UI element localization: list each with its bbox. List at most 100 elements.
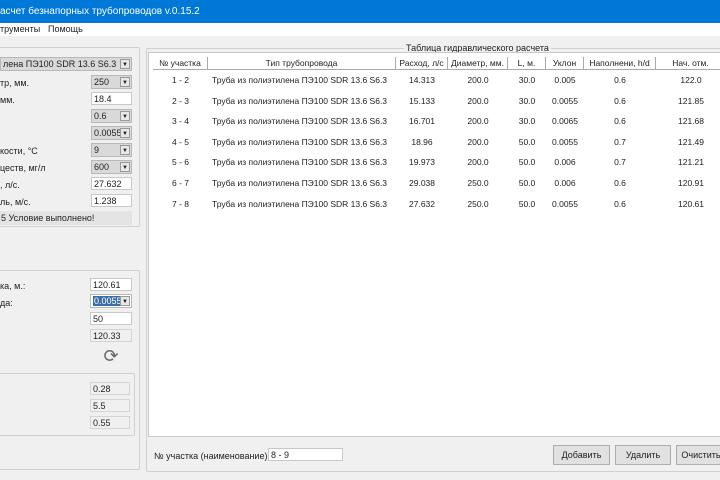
table-cell: Труба из полиэтилена ПЭ100 SDR 13.6 S6.3 <box>212 157 388 168</box>
table-cell: 15.133 <box>409 95 435 106</box>
slope2-label: да: <box>0 298 13 308</box>
chevron-down-icon: ▼ <box>120 128 130 138</box>
table-cell: 0.6 <box>614 116 626 127</box>
table-cell: 250.0 <box>467 198 489 209</box>
column-header[interactable]: Расход, л/с <box>396 57 448 70</box>
temp-value: 9 <box>94 145 100 155</box>
table-row[interactable]: 4 - 5 Труба из полиэтилена ПЭ100 SDR 13.6… <box>149 135 720 149</box>
table-cell: 0.0065 <box>552 116 578 127</box>
table-row[interactable]: 5 - 6 Труба из полиэтилена ПЭ100 SDR 13.6… <box>149 155 720 169</box>
start-input[interactable]: 120.61 <box>90 278 132 291</box>
table-cell: Труба из полиэтилена ПЭ100 SDR 13.6 S6.3 <box>212 95 388 106</box>
inner-input[interactable]: 18.4 <box>91 92 132 105</box>
table-cell: 1 - 2 <box>171 75 189 85</box>
table-cell: 0.0055 <box>552 95 578 106</box>
temp-label: кости, °C <box>0 146 38 156</box>
table-cell: 120.61 <box>678 198 704 209</box>
table-cell: 3 - 4 <box>171 116 189 127</box>
table-cell: 0.6 <box>614 95 626 106</box>
table-cell: 0.6 <box>614 198 626 209</box>
fill-select[interactable]: 0.6 ▼ <box>91 109 132 123</box>
table-row[interactable]: 6 - 7 Труба из полиэтилена ПЭ100 SDR 13.6… <box>149 176 720 190</box>
column-header[interactable]: Нач. отм. <box>656 57 720 70</box>
length-input[interactable]: 50 <box>90 312 132 325</box>
inner-label: мм. <box>0 95 15 105</box>
result-2: 5.5 <box>90 399 130 412</box>
table-cell: 122.0 <box>680 75 702 85</box>
table-row[interactable]: 2 - 3 Труба из полиэтилена ПЭ100 SDR 13.6… <box>149 94 720 108</box>
delete-button[interactable]: Удалить <box>615 445 671 465</box>
diameter-select[interactable]: 250 ▼ <box>91 75 132 89</box>
refresh-icon[interactable]: ⟳ <box>100 345 122 367</box>
subst-value: 600 <box>94 162 110 172</box>
speed-input[interactable]: 1.238 <box>91 194 132 207</box>
temp-select[interactable]: 9 ▼ <box>91 143 132 157</box>
table-cell: 0.0055 <box>552 198 578 209</box>
table-cell: 50.0 <box>518 157 536 168</box>
slope-value: 0.0055 <box>94 128 122 138</box>
table-cell: 121.85 <box>678 95 704 106</box>
table-row[interactable]: 1 - 2 Труба из полиэтилена ПЭ100 SDR 13.6… <box>149 73 720 87</box>
table-cell: 4 - 5 <box>171 136 189 147</box>
subst-select[interactable]: 600 ▼ <box>91 160 132 174</box>
table-cell: 0.6 <box>614 75 626 85</box>
chevron-down-icon: ▼ <box>120 162 130 172</box>
column-header[interactable]: № участка <box>153 57 208 70</box>
section-input[interactable]: 8 - 9 <box>268 448 343 461</box>
table-cell: 14.313 <box>409 75 435 85</box>
table-cell: 19.973 <box>409 157 435 168</box>
pipe-type-select[interactable]: лена ПЭ100 SDR 13.6 S6.3 ▼ <box>0 57 132 71</box>
table-row[interactable]: 3 - 4 Труба из полиэтилена ПЭ100 SDR 13.6… <box>149 114 720 128</box>
speed-label: ль, м/с. <box>0 197 31 207</box>
column-header[interactable]: Уклон <box>546 57 584 70</box>
fill-value: 0.6 <box>94 111 107 121</box>
table-cell: Труба из полиэтилена ПЭ100 SDR 13.6 S6.3 <box>212 75 388 85</box>
column-header[interactable]: Наполнени, h/d <box>584 57 656 70</box>
table-cell: 0.005 <box>554 75 576 85</box>
table-cell: 200.0 <box>467 136 489 147</box>
column-header[interactable]: Диаметр, мм. <box>448 57 508 70</box>
title-bar: асчет безнапорных трубопроводов v.0.15.2 <box>0 0 720 23</box>
table-cell: 200.0 <box>467 75 489 85</box>
menu-help[interactable]: Помощь <box>48 24 83 34</box>
table-cell: 121.49 <box>678 136 704 147</box>
slope-select[interactable]: 0.0055 ▼ <box>91 126 132 140</box>
end-output: 120.33 <box>90 329 132 342</box>
table-cell: 121.21 <box>678 157 704 168</box>
table-cell: 120.91 <box>678 178 704 188</box>
pipe-type-value: лена ПЭ100 SDR 13.6 S6.3 <box>3 59 117 69</box>
clear-button[interactable]: Очистить <box>676 445 720 465</box>
column-header[interactable]: L, м. <box>508 57 546 70</box>
column-header[interactable]: Тип трубопровода <box>208 57 396 70</box>
table-cell: 200.0 <box>467 116 489 127</box>
subst-label: цеств, мг/л <box>0 163 46 173</box>
table-cell: 250.0 <box>467 178 489 188</box>
table-cell: 200.0 <box>467 157 489 168</box>
table-cell: Труба из полиэтилена ПЭ100 SDR 13.6 S6.3 <box>212 116 388 127</box>
table-cell: 16.701 <box>409 116 435 127</box>
table-cell: 7 - 8 <box>171 198 189 209</box>
diameter-label: тр, мм. <box>0 78 30 88</box>
table-cell: 30.0 <box>518 75 536 85</box>
table-cell: 0.7 <box>614 157 626 168</box>
table-cell: 5 - 6 <box>171 157 189 168</box>
add-button[interactable]: Добавить <box>553 445 610 465</box>
table-cell: 0.006 <box>554 157 576 168</box>
table-cell: Труба из полиэтилена ПЭ100 SDR 13.6 S6.3 <box>212 198 388 209</box>
table-cell: 18.96 <box>411 136 433 147</box>
flow-label: , л/с. <box>0 180 20 190</box>
table-cell: 30.0 <box>518 95 536 106</box>
status-text: 5 Условие выполнено! <box>0 211 132 225</box>
table-cell: 121.68 <box>678 116 704 127</box>
table-cell: 30.0 <box>518 116 536 127</box>
menu-tools[interactable]: трументы <box>0 24 40 34</box>
hydraulic-table[interactable]: № участка Тип трубопровода Расход, л/с Диам… <box>148 52 720 437</box>
table-cell: 27.632 <box>409 198 435 209</box>
table-cell: 29.038 <box>409 178 435 188</box>
flow-input[interactable]: 27.632 <box>91 177 132 190</box>
chevron-down-icon: ▼ <box>120 111 130 121</box>
slope2-select[interactable]: 0.0055 ▼ <box>90 294 132 308</box>
result-3: 0.55 <box>90 416 130 429</box>
chevron-down-icon: ▼ <box>120 59 130 69</box>
table-row[interactable]: 7 - 8 Труба из полиэтилена ПЭ100 SDR 13.6… <box>149 197 720 211</box>
